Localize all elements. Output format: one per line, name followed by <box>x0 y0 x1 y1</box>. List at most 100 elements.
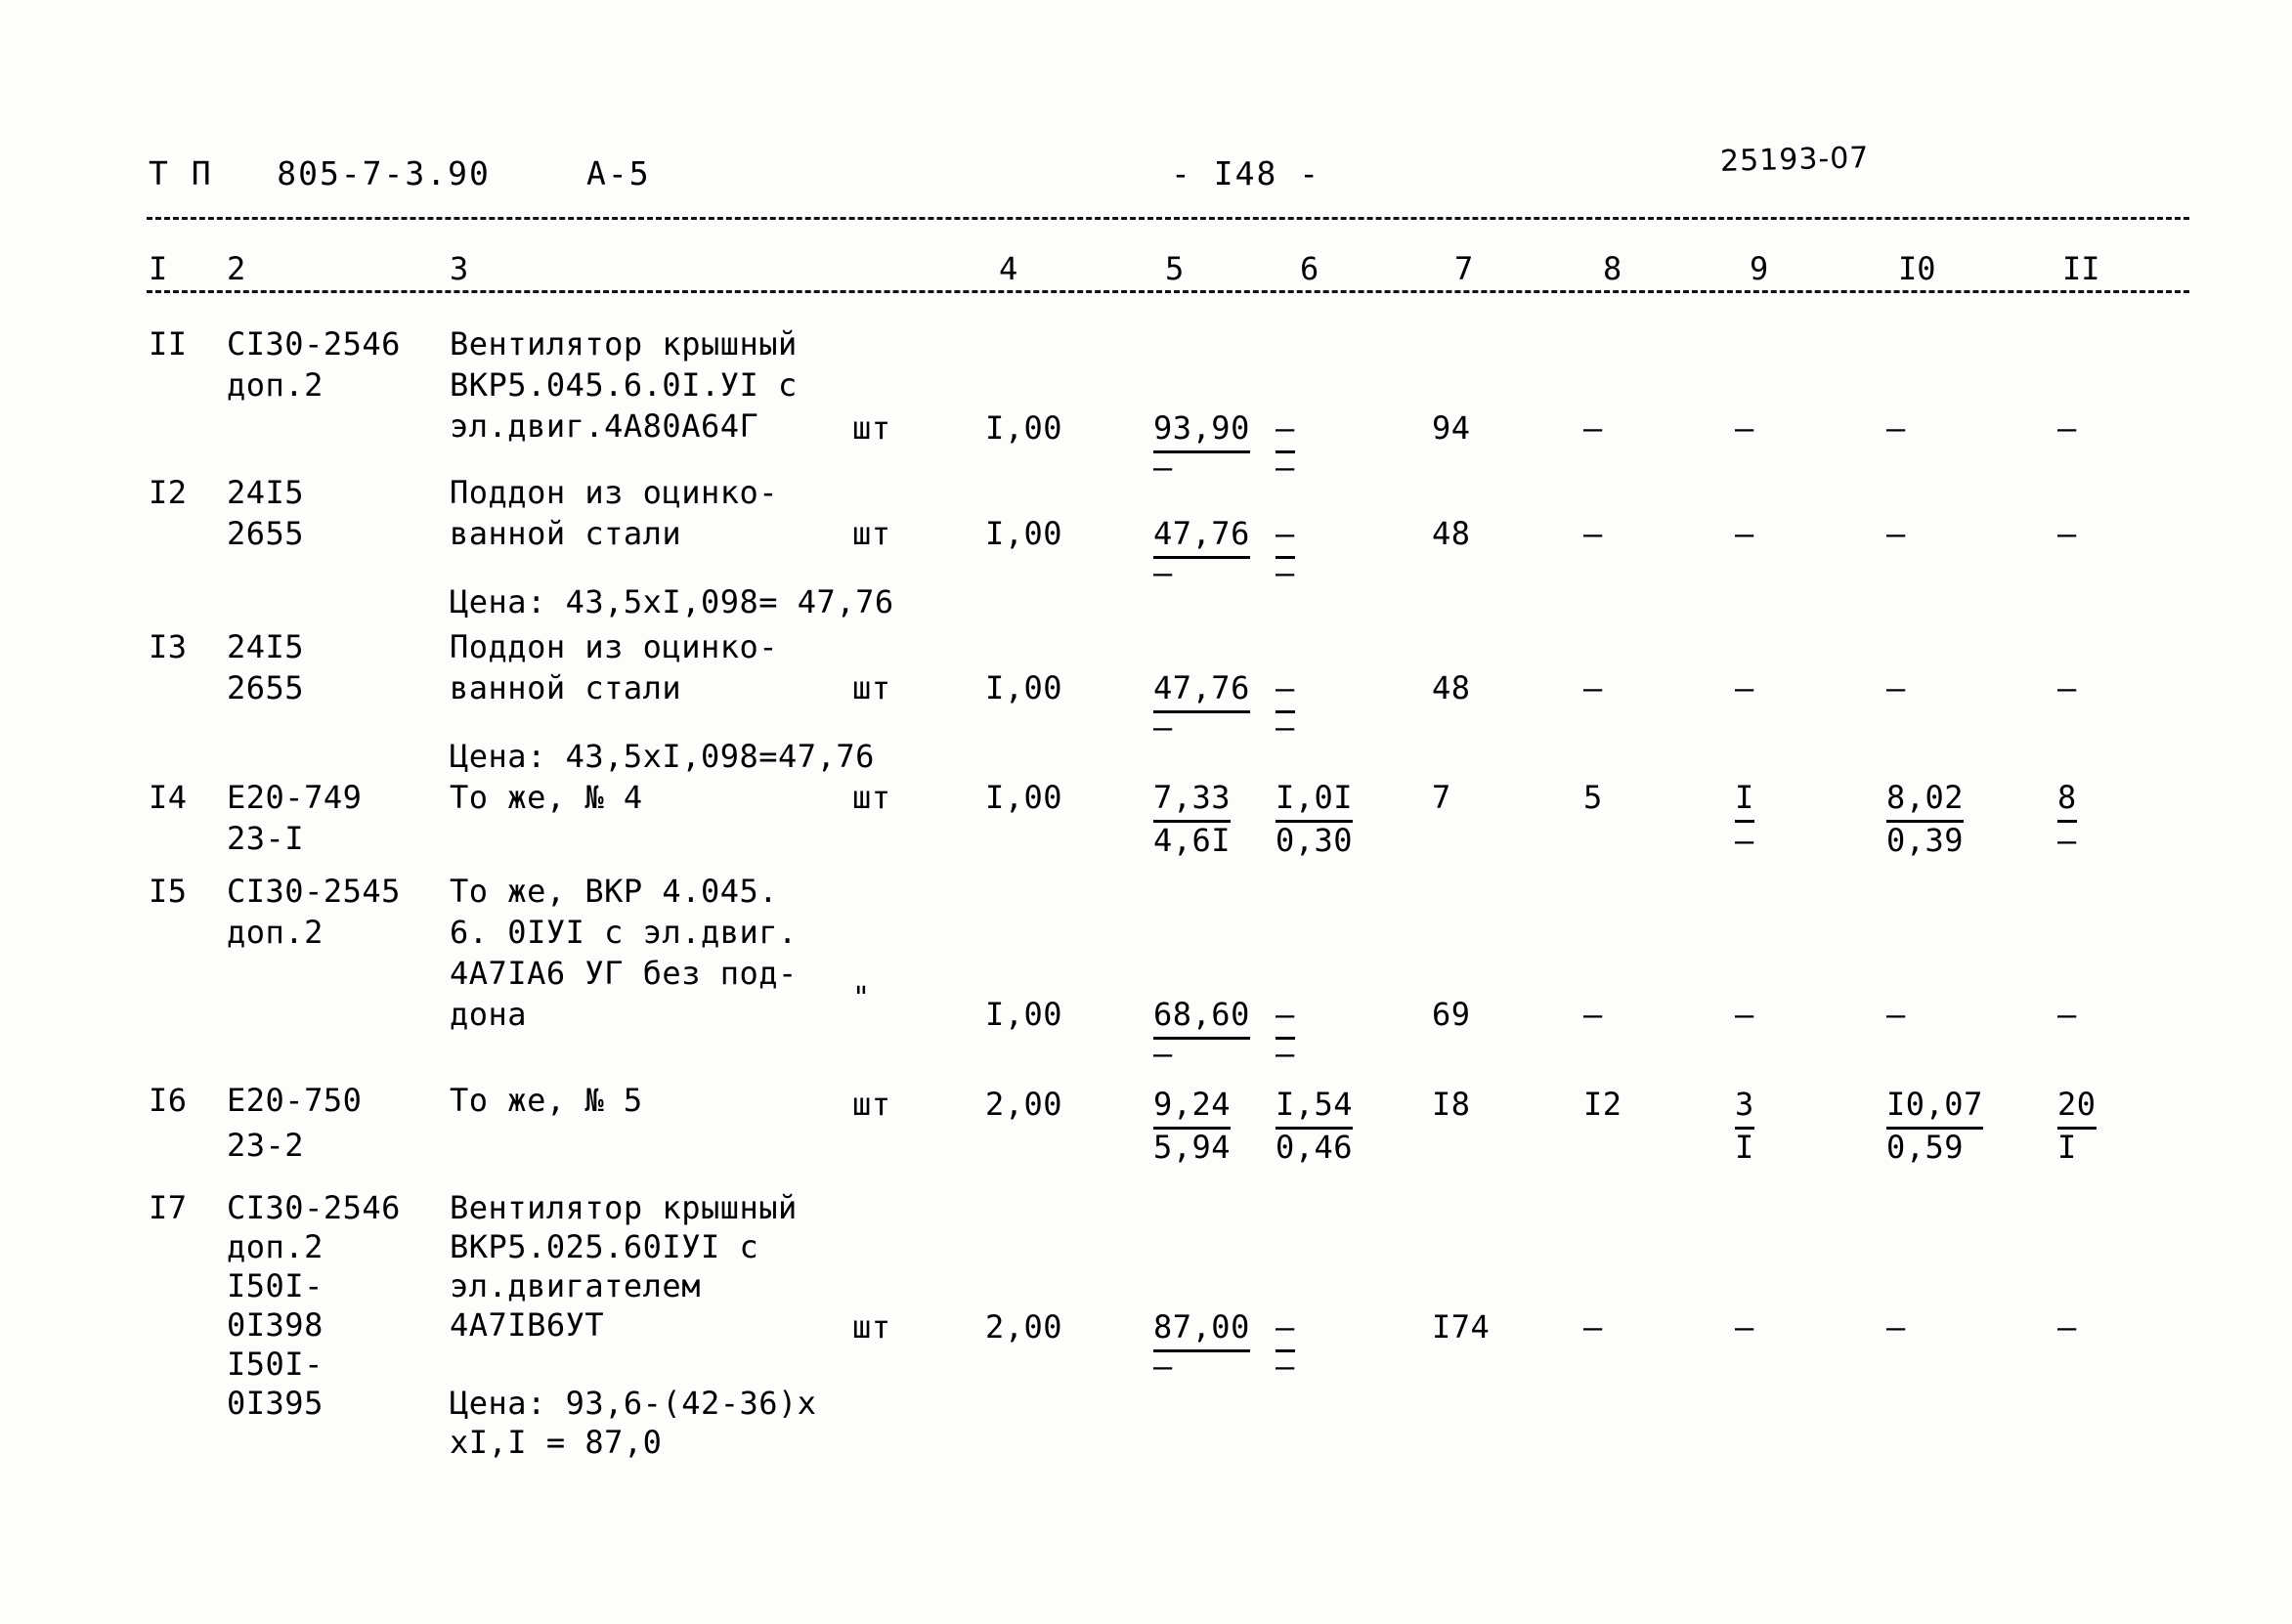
row-col6-bottom: – <box>1276 1347 1295 1385</box>
row-code-line: I50I- <box>227 1346 324 1383</box>
row-col9-bottom: I <box>1735 1129 1754 1166</box>
row-col8: I2 <box>1583 1086 1622 1123</box>
row-position: I7 <box>149 1189 188 1226</box>
row-col9: – <box>1735 515 1754 552</box>
row-unit: шт <box>852 779 891 816</box>
row-description-line: ванной стали <box>450 669 682 706</box>
row-description-line: Поддон из оцинко- <box>450 628 779 665</box>
row-col7: 69 <box>1432 996 1471 1033</box>
row-col5-value: 9,24 <box>1153 1083 1232 1130</box>
row-code-line: доп.2 <box>227 1228 324 1265</box>
row-col6-top: I,54 <box>1276 1083 1354 1130</box>
column-number-4: 4 <box>999 250 1018 287</box>
table-row: I5 CI30-2545 доп.2 То же, ВКР 4.045. 6. … <box>0 870 2292 1079</box>
row-code-line: Е20-750 <box>227 1082 363 1119</box>
row-col11-top: 20 <box>2057 1083 2097 1130</box>
row-unit: шт <box>852 515 891 552</box>
row-unit: шт <box>852 669 891 706</box>
row-description-line: То же, ВКР 4.045. <box>450 873 779 910</box>
row-col10: – <box>1886 515 1906 552</box>
row-code-line: 0I398 <box>227 1306 324 1344</box>
table-row: I2 24I5 2655 Поддон из оцинко- ванной ст… <box>0 471 2292 625</box>
row-quantity: I,00 <box>985 515 1063 552</box>
row-col11-bottom: I <box>2057 1129 2077 1166</box>
row-col8: – <box>1583 996 1603 1033</box>
row-position: I2 <box>149 474 188 511</box>
row-col6-bottom: 0,30 <box>1276 822 1354 859</box>
row-col11: – <box>2057 409 2077 447</box>
row-description-line: 4А7IА6 УГ без под- <box>450 955 798 992</box>
row-unit: шт <box>852 409 891 447</box>
row-col9-value: 3 <box>1735 1083 1754 1130</box>
row-col11-value: 8 <box>2057 776 2077 823</box>
row-col6-bottom: – <box>1276 708 1295 746</box>
row-col5-top: 9,24 <box>1153 1083 1232 1130</box>
row-col11-top: 8 <box>2057 776 2077 823</box>
row-col10-value: I0,07 <box>1886 1083 1983 1130</box>
row-position: I4 <box>149 779 188 816</box>
row-price-note: Цена: 43,5xI,098=47,76 <box>450 738 875 775</box>
row-position: I6 <box>149 1082 188 1119</box>
row-col5-value: 7,33 <box>1153 776 1232 823</box>
page-number: - I48 - <box>1171 154 1321 192</box>
row-col7: I74 <box>1432 1308 1491 1346</box>
row-col5-bottom: 5,94 <box>1153 1129 1232 1166</box>
document-page: Т П 805-7-3.90 А-5 - I48 - 25193-07 I 2 … <box>0 0 2292 1624</box>
row-col11: – <box>2057 996 2077 1033</box>
row-quantity: 2,00 <box>985 1086 1063 1123</box>
row-col5-top: 7,33 <box>1153 776 1232 823</box>
column-number-2: 2 <box>227 250 246 287</box>
row-position: I5 <box>149 873 188 910</box>
row-quantity: I,00 <box>985 779 1063 816</box>
row-col10-value: 8,02 <box>1886 776 1965 823</box>
row-col5-bottom: – <box>1153 554 1173 591</box>
row-code-line: CI30-2546 <box>227 325 401 363</box>
row-code-line: 24I5 <box>227 628 305 665</box>
column-number-8: 8 <box>1603 250 1622 287</box>
row-col9-value: I <box>1735 776 1754 823</box>
row-col10-top: I0,07 <box>1886 1083 1983 1130</box>
row-unit: шт <box>852 1086 891 1123</box>
row-code-line: 2655 <box>227 669 305 706</box>
row-description-line: То же, № 5 <box>450 1082 643 1119</box>
table-header-rule <box>147 290 2189 293</box>
row-price-note: Цена: 43,5xI,098= 47,76 <box>450 583 894 620</box>
row-col5-bottom: – <box>1153 708 1173 746</box>
row-description-line: Вентилятор крышный <box>450 1189 798 1226</box>
document-code: Т П 805-7-3.90 <box>149 154 491 192</box>
column-number-9: 9 <box>1750 250 1769 287</box>
row-col10: – <box>1886 409 1906 447</box>
row-quantity: I,00 <box>985 996 1063 1033</box>
row-col9: – <box>1735 1308 1754 1346</box>
row-description-line: ванной стали <box>450 515 682 552</box>
row-col9: – <box>1735 669 1754 706</box>
row-code-line: CI30-2546 <box>227 1189 401 1226</box>
row-col8: – <box>1583 669 1603 706</box>
row-code-line: 0I395 <box>227 1385 324 1422</box>
row-description-line: 4А7IВ6УТ <box>450 1306 605 1344</box>
row-col6-bottom: 0,46 <box>1276 1129 1354 1166</box>
row-col5-bottom: – <box>1153 1347 1173 1385</box>
page-header: Т П 805-7-3.90 А-5 - I48 - 25193-07 <box>0 141 2292 199</box>
row-col9-top: 3 <box>1735 1083 1754 1130</box>
row-col11-value: 20 <box>2057 1083 2097 1130</box>
row-col6-value: I,0I <box>1276 776 1354 823</box>
row-description-line: ВКР5.045.6.0I.УI с <box>450 366 798 404</box>
table-top-rule <box>147 217 2189 220</box>
row-col8: – <box>1583 1308 1603 1346</box>
row-code-line: 2655 <box>227 515 305 552</box>
row-col9-bottom: – <box>1735 822 1754 859</box>
column-number-7: 7 <box>1454 250 1474 287</box>
row-col10: – <box>1886 996 1906 1033</box>
table-row: I7 CI30-2546 доп.2 I50I- 0I398 I50I- 0I3… <box>0 1186 2292 1479</box>
row-col10: – <box>1886 669 1906 706</box>
row-quantity: 2,00 <box>985 1308 1063 1346</box>
row-col11: – <box>2057 1308 2077 1346</box>
row-position: I3 <box>149 628 188 665</box>
row-code-line: Е20-749 <box>227 779 363 816</box>
table-row: I4 Е20-749 23-I То же, № 4 шт I,00 7,33 … <box>0 776 2292 870</box>
row-col9: – <box>1735 409 1754 447</box>
row-description-line: То же, № 4 <box>450 779 643 816</box>
archive-stamp: 25193-07 <box>1719 141 1870 179</box>
row-col5-bottom: – <box>1153 1035 1173 1072</box>
